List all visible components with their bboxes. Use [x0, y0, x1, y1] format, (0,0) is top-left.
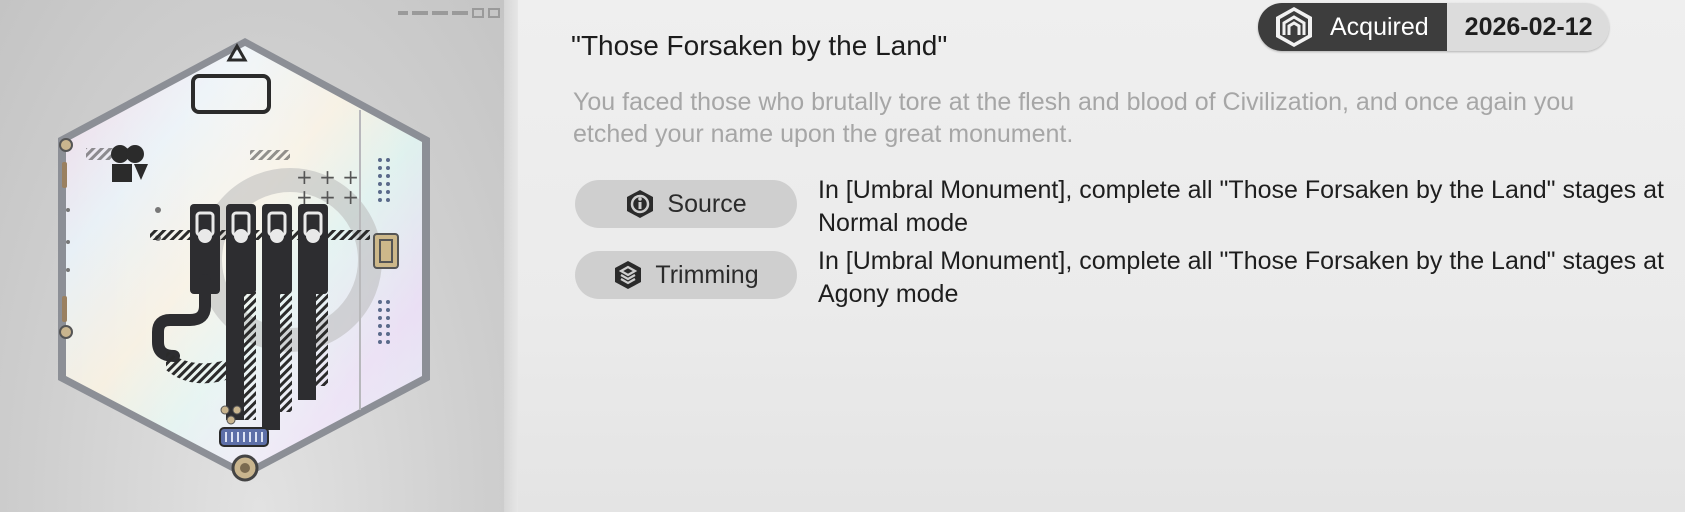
- source-text: In [Umbral Monument], complete all "Thos…: [818, 176, 1664, 237]
- source-label: Source: [667, 189, 747, 218]
- trimming-text: In [Umbral Monument], complete all "Thos…: [818, 247, 1664, 308]
- requirement-row-trimming: Trimming In [Umbral Monument], complete …: [575, 247, 1678, 311]
- achievement-title: "Those Forsaken by the Land": [571, 30, 948, 61]
- trimming-pill: Trimming: [575, 251, 797, 299]
- panel-decoration: [398, 8, 500, 18]
- trimming-label: Trimming: [655, 260, 759, 289]
- medal-emblem: + + + + + +: [58, 38, 430, 482]
- acquired-emblem-icon: [1276, 7, 1312, 47]
- acquired-date: 2026-02-12: [1446, 3, 1609, 51]
- layers-hexagon-icon: [615, 261, 642, 289]
- achievement-description: You faced those who brutally tore at the…: [573, 88, 1575, 148]
- acquired-status-badge: Acquired 2026-02-12: [1258, 3, 1609, 51]
- source-pill: Source: [575, 180, 797, 228]
- requirement-row-source: Source In [Umbral Monument], complete al…: [575, 176, 1678, 240]
- status-label: Acquired: [1330, 12, 1429, 41]
- info-hexagon-icon: [627, 190, 654, 218]
- medal-display-panel: + + + + + +: [0, 0, 518, 512]
